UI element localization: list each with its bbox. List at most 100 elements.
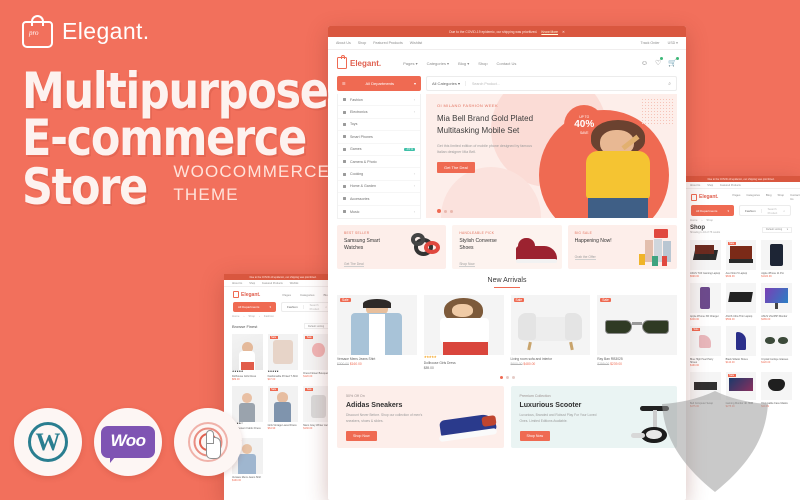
sort-select[interactable]: Default sorting▾ bbox=[762, 226, 792, 233]
product-card[interactable]: Sale Living room sofa and interior $600.… bbox=[510, 295, 591, 370]
track-order-link[interactable]: Track Order bbox=[641, 41, 660, 45]
main-browser-mockup[interactable]: Due to the COVID-19 epidemic, our shippi… bbox=[328, 26, 686, 500]
category-item-electronics[interactable]: Electronics › bbox=[338, 106, 420, 119]
nav-item-shop[interactable]: Shop bbox=[478, 61, 487, 66]
product-card[interactable]: Black Stiletto Shoes $144.00 bbox=[725, 326, 757, 367]
banner-button[interactable]: Shop Now bbox=[346, 430, 377, 441]
product-image[interactable] bbox=[725, 283, 757, 313]
nav-item[interactable]: Shop bbox=[778, 193, 785, 201]
cart-icon[interactable]: 🛒 bbox=[668, 57, 679, 67]
product-card[interactable]: Sale Acer Nitro 5 Laptop $849.99 bbox=[725, 240, 757, 278]
utility-link-wishlist[interactable]: Wishlist bbox=[410, 41, 422, 45]
product-name[interactable]: Ray Ban RB3025 bbox=[597, 357, 677, 361]
breadcrumb-item[interactable]: Shop bbox=[706, 218, 713, 222]
hero-slider[interactable]: OI MILANO FASHION WEEK Mia Bell Brand Go… bbox=[426, 94, 677, 219]
search-row[interactable]: All Departments ▾ Fashion Search Product… bbox=[682, 205, 800, 216]
search-icon[interactable]: ⌕ bbox=[783, 209, 785, 213]
slider-dot[interactable] bbox=[444, 209, 447, 213]
category-item-cooking[interactable]: Cooking › bbox=[338, 168, 420, 181]
category-item-music[interactable]: Music › bbox=[338, 206, 420, 218]
search-box[interactable]: All Categories ▾ Search Product... ⌕ bbox=[426, 76, 677, 91]
product-card[interactable]: Sale Blue High Heel Party Shoes $160.00 bbox=[690, 326, 721, 367]
category-item-smart-phones[interactable]: Smart Phones bbox=[338, 131, 420, 144]
product-image[interactable]: Sale bbox=[597, 295, 677, 356]
utility-link[interactable]: Shop bbox=[707, 184, 713, 187]
nav-item[interactable]: Contact Us bbox=[790, 193, 800, 201]
product-card[interactable]: Sale Ray Ban RB3025 $299.00 $239.00 bbox=[597, 295, 677, 370]
utility-link-featured[interactable]: Featured Products bbox=[373, 41, 403, 45]
nav-item[interactable]: Blog bbox=[766, 193, 772, 201]
search-icon[interactable]: ⌕ bbox=[668, 81, 671, 87]
banner-adidas-sneakers[interactable]: 50% Off On Adidas Sneakers Discount Neve… bbox=[337, 386, 504, 449]
promo-link[interactable]: Grab the Offer bbox=[574, 255, 596, 261]
nav-item-blog[interactable]: Blog ▾ bbox=[458, 61, 469, 66]
product-card[interactable]: ASUS VG245H Monitor $289.00 bbox=[761, 283, 792, 321]
promo-link[interactable]: Shop Now bbox=[459, 262, 475, 268]
bottom-banner-row[interactable]: 50% Off On Adidas Sneakers Discount Neve… bbox=[328, 379, 686, 449]
search-row[interactable]: ☰ All Departments ▾ All Categories ▾ Sea… bbox=[328, 76, 686, 91]
product-image[interactable]: Sale bbox=[725, 240, 757, 270]
carousel-dot[interactable] bbox=[511, 376, 515, 380]
carousel-dot-active[interactable] bbox=[499, 376, 503, 380]
search-box[interactable]: Fashion Search Product ⌕ bbox=[738, 205, 791, 216]
new-arrivals-grid[interactable]: Sale Versace Mens Jeans Shirt $300.00 $1… bbox=[328, 288, 686, 370]
product-card[interactable]: Apple iPhone XR Charger $349.00 bbox=[690, 283, 721, 321]
nav-item-pages[interactable]: Pages ▾ bbox=[403, 61, 417, 66]
hero-slide[interactable]: OI MILANO FASHION WEEK Mia Bell Brand Go… bbox=[426, 94, 677, 218]
product-grid[interactable]: ASUS TUF Gaming Laptop $999.00 Sale Acer… bbox=[682, 235, 800, 408]
utility-link[interactable]: Featured Products bbox=[720, 184, 741, 187]
category-list[interactable]: Fashion › Electronics › Toys Smart Phones … bbox=[337, 94, 421, 219]
close-icon[interactable]: ✕ bbox=[562, 30, 565, 34]
announcement-link[interactable]: Know More bbox=[541, 30, 558, 34]
product-image[interactable]: Sale bbox=[510, 295, 591, 356]
promo-card-row[interactable]: BEST SELLER Samsung Smart Watches Get Th… bbox=[328, 219, 686, 269]
promo-link[interactable]: Get The Deal bbox=[344, 262, 364, 268]
nav-item-contact[interactable]: Contact Us bbox=[497, 61, 517, 66]
category-item-games[interactable]: Games -15 % bbox=[338, 144, 420, 156]
banner-button[interactable]: Shop Now bbox=[519, 430, 551, 441]
product-image[interactable]: Sale bbox=[690, 326, 721, 356]
slider-pagination[interactable] bbox=[437, 209, 453, 213]
brand-logo[interactable]: Elegant. bbox=[691, 193, 718, 201]
user-icon[interactable]: ☺ bbox=[641, 60, 648, 67]
product-card[interactable]: Apple iPhone 11 Pro $1020.99 bbox=[761, 240, 792, 278]
product-card[interactable]: ★★★★★ Dollhouse Girls Dress $89.00 bbox=[423, 295, 504, 370]
promo-card-big-sale[interactable]: BIG SALE Happening Now! Grab the Offer bbox=[567, 224, 677, 269]
product-image[interactable] bbox=[690, 240, 721, 270]
nav-item-categories[interactable]: Categories ▾ bbox=[427, 61, 449, 66]
search-input[interactable]: Search Product... bbox=[472, 82, 500, 86]
nav-item[interactable]: Pages bbox=[732, 193, 740, 201]
utility-link[interactable]: About Us bbox=[690, 184, 700, 187]
product-name[interactable]: Dollhouse Girls Dress bbox=[424, 361, 504, 365]
product-image[interactable] bbox=[761, 240, 792, 270]
product-card[interactable]: Sale Versace Mens Jeans Shirt $300.00 $1… bbox=[337, 295, 417, 370]
product-image[interactable] bbox=[761, 283, 792, 313]
product-image[interactable] bbox=[725, 326, 757, 356]
category-sidebar[interactable]: Fashion › Electronics › Toys Smart Phones … bbox=[337, 94, 421, 219]
slider-dot[interactable] bbox=[450, 209, 453, 213]
product-image[interactable] bbox=[690, 283, 721, 313]
wishlist-heart-icon[interactable]: ♡ bbox=[655, 57, 664, 67]
category-item-fashion[interactable]: Fashion › bbox=[338, 94, 420, 107]
carousel-dot[interactable] bbox=[505, 376, 509, 380]
search-category-select[interactable]: All Categories ▾ bbox=[432, 81, 467, 86]
departments-button[interactable]: All Departments ▾ bbox=[691, 205, 734, 216]
departments-button[interactable]: ☰ All Departments ▾ bbox=[337, 76, 421, 91]
breadcrumb-item[interactable]: Home bbox=[690, 218, 697, 222]
product-image[interactable]: Sale bbox=[337, 295, 417, 356]
category-item-camera-photo[interactable]: Camera & Photo bbox=[338, 156, 420, 169]
search-input[interactable]: Search Product bbox=[768, 207, 778, 215]
category-item-toys[interactable]: Toys bbox=[338, 119, 420, 132]
main-nav[interactable]: Pages ▾ Categories ▾ Blog ▾ Shop Contact… bbox=[403, 61, 516, 66]
product-image[interactable] bbox=[761, 326, 792, 356]
promo-card-handleable-pick[interactable]: HANDLEABLE PICK Stylish Converse Shoes S… bbox=[452, 224, 562, 269]
hero-cta-button[interactable]: Get The Deal bbox=[437, 162, 475, 174]
product-card[interactable]: ASUS Ultra Thin Laptop $599.00 bbox=[725, 283, 757, 321]
product-card[interactable]: Crystal Cat Eye Glasses $120.00 bbox=[761, 326, 792, 367]
nav-item[interactable]: Categories bbox=[746, 193, 760, 201]
product-card[interactable]: ASUS TUF Gaming Laptop $999.00 bbox=[690, 240, 721, 278]
slider-dot-active[interactable] bbox=[437, 209, 441, 213]
product-name[interactable]: Living room sofa and interior bbox=[511, 357, 591, 361]
product-name[interactable]: Versace Mens Jeans Shirt bbox=[337, 357, 417, 361]
utility-link-about[interactable]: About Us bbox=[336, 41, 351, 45]
